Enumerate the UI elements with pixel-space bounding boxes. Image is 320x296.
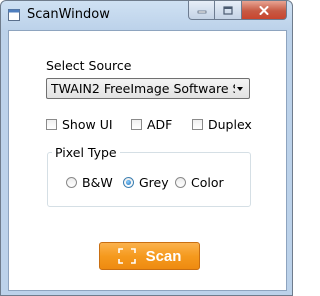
radio-color[interactable]: Color: [175, 175, 224, 190]
adf-checkbox-box[interactable]: [131, 119, 142, 130]
radio-grey-dot[interactable]: [123, 177, 134, 188]
radio-bw-label: B&W: [82, 175, 113, 190]
pixel-type-legend: Pixel Type: [52, 145, 120, 160]
scan-icon: [117, 248, 136, 264]
minimize-icon: [197, 10, 206, 14]
maximize-icon: [223, 5, 233, 15]
show-ui-checkbox[interactable]: Show UI: [46, 117, 113, 132]
adf-checkbox[interactable]: ADF: [131, 117, 172, 132]
chevron-down-icon: [237, 87, 243, 91]
minimize-button[interactable]: [188, 1, 215, 20]
pixel-type-group: Pixel Type B&W Grey Color: [47, 145, 251, 207]
scan-button[interactable]: Scan: [99, 242, 200, 270]
scan-window: ScanWindow Select Source TWAIN2 FreeImag…: [0, 0, 293, 296]
select-source-label: Select Source: [46, 58, 132, 73]
window-title: ScanWindow: [27, 7, 110, 22]
maximize-button[interactable]: [215, 1, 242, 20]
scan-button-label: Scan: [145, 247, 182, 265]
title-bar[interactable]: ScanWindow: [1, 1, 292, 30]
app-icon: [8, 9, 20, 21]
duplex-checkbox[interactable]: Duplex: [192, 117, 252, 132]
client-area: Select Source TWAIN2 FreeImage Software …: [8, 30, 287, 291]
radio-color-dot[interactable]: [175, 177, 186, 188]
radio-grey[interactable]: Grey: [123, 175, 169, 190]
duplex-label: Duplex: [208, 117, 252, 132]
radio-grey-label: Grey: [139, 175, 169, 190]
radio-bw-dot[interactable]: [66, 177, 77, 188]
duplex-checkbox-box[interactable]: [192, 119, 203, 130]
show-ui-label: Show UI: [62, 117, 113, 132]
source-dropdown-value: TWAIN2 FreeImage Software Sc: [51, 81, 235, 96]
close-icon: [259, 5, 269, 15]
window-controls: [188, 1, 287, 20]
radio-bw[interactable]: B&W: [66, 175, 113, 190]
radio-color-label: Color: [191, 175, 224, 190]
source-dropdown[interactable]: TWAIN2 FreeImage Software Sc: [46, 78, 250, 99]
adf-label: ADF: [147, 117, 173, 132]
close-button[interactable]: [242, 1, 287, 20]
show-ui-checkbox-box[interactable]: [46, 119, 57, 130]
